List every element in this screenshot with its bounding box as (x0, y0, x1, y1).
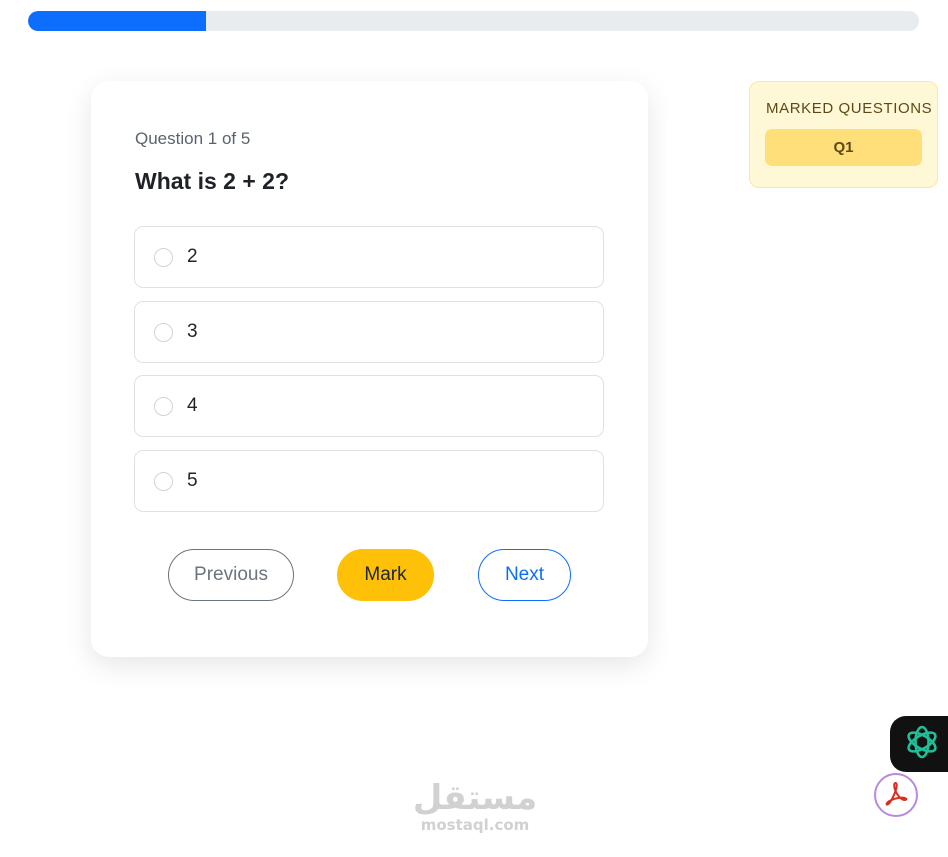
openai-logo-icon (902, 722, 942, 767)
assistant-button[interactable] (890, 716, 948, 772)
answer-option-label: 2 (187, 246, 198, 267)
answer-option[interactable]: 3 (134, 300, 604, 363)
radio-button[interactable] (154, 397, 173, 416)
previous-button[interactable]: Previous (168, 549, 294, 601)
quiz-card: Question 1 of 5 What is 2 + 2? 2 3 4 5 P… (91, 81, 648, 657)
answer-options: 2 3 4 5 (134, 226, 604, 524)
answer-option-label: 3 (187, 320, 198, 342)
answer-option-label: 5 (187, 469, 198, 491)
acrobat-pdf-icon (883, 780, 909, 811)
radio-button[interactable] (154, 322, 173, 342)
watermark-arabic-text: مستقل (412, 778, 538, 818)
radio-button[interactable] (154, 471, 173, 491)
answer-option[interactable]: 5 (134, 449, 604, 512)
radio-button[interactable] (154, 248, 173, 267)
progress-bar (28, 11, 919, 31)
question-counter: Question 1 of 5 (135, 129, 251, 148)
marked-questions-title: MARKED QUESTIONS (766, 100, 933, 117)
question-text: What is 2 + 2? (135, 168, 290, 194)
pdf-button[interactable] (874, 773, 918, 817)
answer-option[interactable]: 2 (134, 226, 604, 288)
answer-option[interactable]: 4 (134, 375, 604, 437)
answer-option-label: 4 (187, 395, 198, 416)
mostaql-watermark: مستقل mostaql.com (410, 780, 540, 834)
watermark-latin-text: mostaql.com (420, 816, 530, 834)
mark-button[interactable]: Mark (337, 549, 434, 601)
progress-bar-fill (28, 11, 207, 31)
marked-questions-panel: MARKED QUESTIONS Q1 (749, 81, 938, 188)
next-button[interactable]: Next (478, 549, 571, 601)
marked-question-chip[interactable]: Q1 (765, 129, 922, 166)
